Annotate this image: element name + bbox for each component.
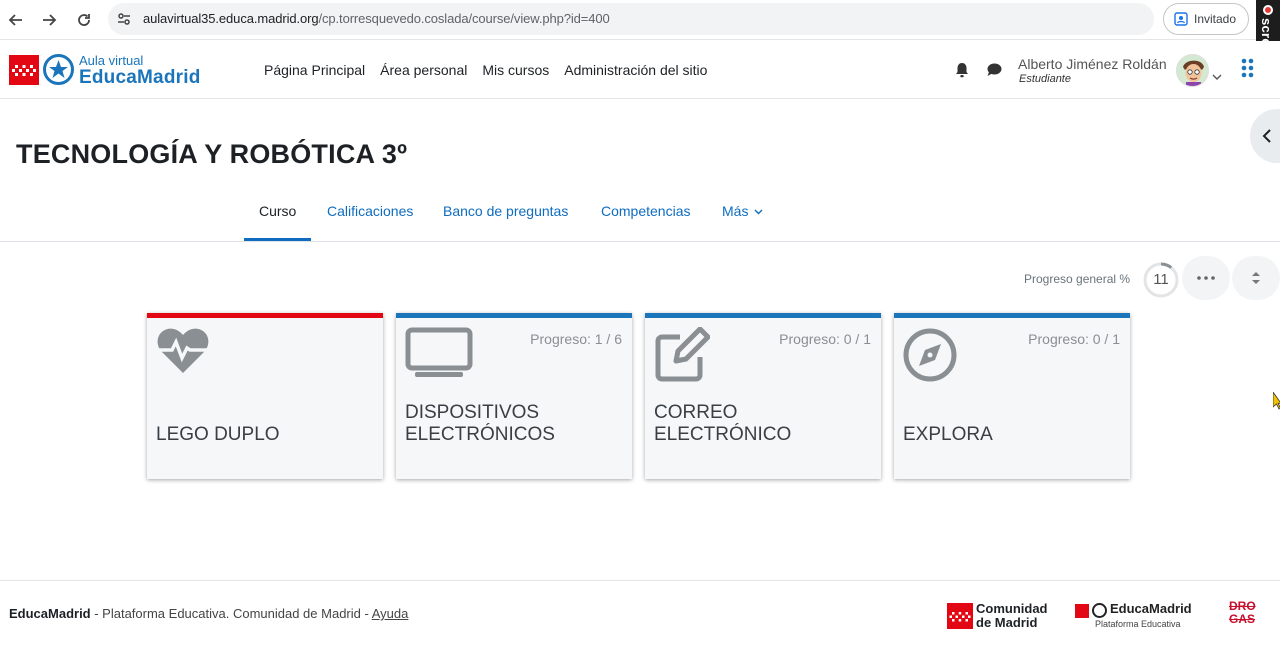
messages-chat-icon[interactable] <box>986 62 1003 83</box>
card-progress: Progreso: 1 / 6 <box>530 331 622 347</box>
heartbeat-icon <box>156 327 210 380</box>
nav-area-personal[interactable]: Área personal <box>380 62 467 78</box>
section-card[interactable]: LEGO DUPLO <box>147 313 383 479</box>
site-settings-icon[interactable] <box>116 11 132 27</box>
nav-pagina-principal[interactable]: Página Principal <box>264 62 365 78</box>
educamadrid-logo-icon[interactable] <box>43 54 74 85</box>
tab-calificaciones[interactable]: Calificaciones <box>327 203 413 219</box>
nav-administracion[interactable]: Administración del sitio <box>564 62 707 78</box>
flag-icon <box>1075 604 1089 618</box>
footer-brand: EducaMadrid <box>9 606 91 621</box>
address-bar[interactable]: aulavirtual35.educa.madrid.org/cp.torres… <box>108 3 1154 35</box>
edu-footer-subtitle: Plataforma Educativa <box>1095 619 1181 629</box>
comunidad-madrid-flag-icon <box>947 603 973 629</box>
edit-icon <box>654 326 711 388</box>
url-path: /cp.torresquevedo.coslada/course/view.ph… <box>318 11 610 26</box>
user-avatar[interactable] <box>1176 54 1209 87</box>
reload-icon[interactable] <box>72 8 96 32</box>
mouse-cursor-icon <box>1272 390 1280 415</box>
user-role: Estudiante <box>1019 73 1071 85</box>
chevron-down-icon <box>754 209 763 215</box>
record-icon <box>1263 5 1273 15</box>
tab-banco-de-preguntas[interactable]: Banco de preguntas <box>443 203 568 219</box>
logo-subtitle[interactable]: Aula virtual <box>79 53 143 68</box>
url-host: aulavirtual35.educa.madrid.org <box>143 11 319 26</box>
course-title: TECNOLOGÍA Y ROBÓTICA 3º <box>16 139 408 169</box>
comunidad-madrid-text: Comunidad de Madrid <box>976 602 1048 630</box>
more-options-button[interactable] <box>1182 256 1230 300</box>
overall-progress-value: 11 <box>1153 271 1169 288</box>
card-title[interactable]: DISPOSITIVOS ELECTRÓNICOS <box>405 402 625 446</box>
card-progress: Progreso: 0 / 1 <box>1028 331 1120 347</box>
section-card[interactable]: Progreso: 0 / 1 CORREO ELECTRÓNICO <box>645 313 881 479</box>
course-secondary-navigation: Curso Calificaciones Banco de preguntas … <box>0 186 1280 242</box>
chevron-left-icon <box>1262 129 1271 143</box>
overall-progress-label: Progreso general % <box>1024 272 1131 286</box>
forward-icon[interactable] <box>37 8 61 32</box>
section-card[interactable]: Progreso: 0 / 1 EXPLORA <box>894 313 1130 479</box>
drogas-logo[interactable]: DRO GAS <box>1229 600 1256 626</box>
comunidad-madrid-flag-icon[interactable] <box>9 55 39 85</box>
card-title[interactable]: CORREO ELECTRÓNICO <box>654 402 874 446</box>
edu-footer-name: EducaMadrid <box>1110 601 1192 616</box>
main-navigation: Página Principal Área personal Mis curso… <box>264 62 707 78</box>
url-text: aulavirtual35.educa.madrid.org/cp.torres… <box>143 11 610 26</box>
drogas-line-2: GAS <box>1229 612 1256 626</box>
apps-grid-icon[interactable] <box>1241 58 1256 87</box>
help-link[interactable]: Ayuda <box>372 606 409 621</box>
nav-mis-cursos[interactable]: Mis cursos <box>482 62 549 78</box>
card-title[interactable]: EXPLORA <box>903 424 1123 446</box>
tab-curso[interactable]: Curso <box>259 203 296 219</box>
tab-mas[interactable]: Más <box>722 203 763 219</box>
ellipsis-icon <box>1197 276 1215 280</box>
site-header: Aula virtual EducaMadrid Página Principa… <box>0 41 1280 99</box>
section-card[interactable]: Progreso: 1 / 6 DISPOSITIVOS ELECTRÓNICO… <box>396 313 632 479</box>
guest-label: Invitado <box>1194 12 1237 26</box>
monitor-icon <box>405 327 473 386</box>
footer-text: EducaMadrid - Plataforma Educativa. Comu… <box>9 606 408 621</box>
user-name[interactable]: Alberto Jiménez Roldán <box>1018 56 1167 72</box>
card-title[interactable]: LEGO DUPLO <box>156 424 376 446</box>
notifications-bell-icon[interactable] <box>954 61 970 84</box>
collapse-expand-button[interactable] <box>1232 256 1280 300</box>
card-progress: Progreso: 0 / 1 <box>779 331 871 347</box>
tab-competencias[interactable]: Competencias <box>601 203 691 219</box>
open-block-drawer-button[interactable] <box>1250 109 1280 163</box>
page-footer: EducaMadrid - Plataforma Educativa. Comu… <box>0 580 1280 650</box>
logo-title[interactable]: EducaMadrid <box>79 67 201 89</box>
active-tab-indicator <box>244 238 311 241</box>
browser-toolbar: aulavirtual35.educa.madrid.org/cp.torres… <box>0 0 1280 40</box>
chevron-down-icon[interactable] <box>1212 68 1222 86</box>
educamadrid-star-icon <box>1092 603 1107 618</box>
sort-icon <box>1252 272 1260 284</box>
tab-mas-label: Más <box>722 203 749 219</box>
back-icon[interactable] <box>4 8 28 32</box>
profile-icon <box>1174 12 1188 26</box>
comunidad-line-2: de Madrid <box>976 615 1038 630</box>
footer-description: - Plataforma Educativa. Comunidad de Mad… <box>90 606 372 621</box>
compass-icon <box>903 327 959 388</box>
guest-profile-button[interactable]: Invitado <box>1163 3 1249 35</box>
comunidad-line-1: Comunidad <box>976 601 1048 616</box>
